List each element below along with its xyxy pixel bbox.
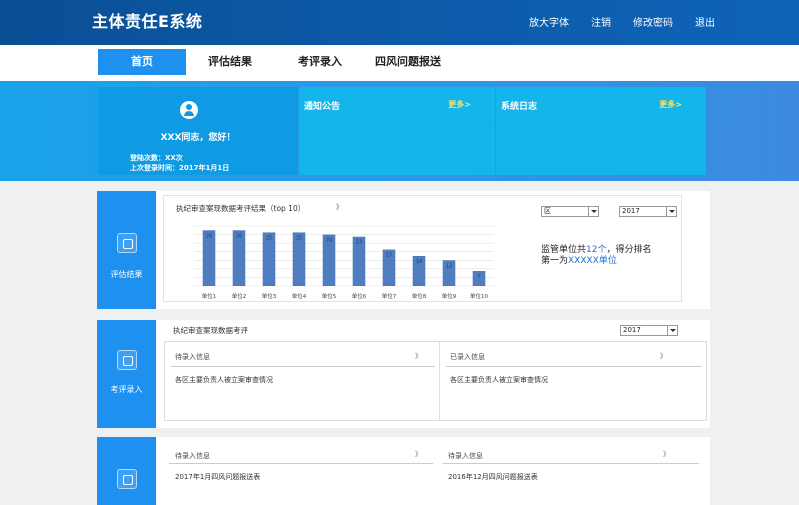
completed-input-title: 已录入信息 <box>450 353 485 361</box>
report-left-arrow-icon[interactable]: 》 <box>415 449 422 459</box>
x-tick-label: 单位4 <box>292 292 307 300</box>
bar-value-label: 26 <box>206 233 212 239</box>
summary-middle: ，得分排名 <box>606 245 652 255</box>
report-edit-icon <box>117 469 137 489</box>
district-select-value: 区 <box>544 207 551 215</box>
edit-icon <box>117 350 137 370</box>
input-year-select-value: 2017 <box>623 326 641 334</box>
report-left-item[interactable]: 2017年1月四风问题报送表 <box>175 472 260 482</box>
chevron-down-icon <box>588 207 598 216</box>
evaluation-icon <box>117 233 137 253</box>
tab-evaluation-results[interactable]: 评估结果 <box>188 49 272 75</box>
report-section: 待录入信息 》 2017年1月四风问题报送表 待录入信息 》 2016年12月四… <box>97 437 710 505</box>
top-unit-link[interactable]: XXXXX单位 <box>568 256 617 266</box>
completed-input-item[interactable]: 各区主要负责人被立案审查情况 <box>450 375 548 385</box>
notice-panel: 通知公告 更多> <box>299 87 495 175</box>
pending-input-item[interactable]: 各区主要负责人被立案审查情况 <box>175 375 273 385</box>
report-right-title: 待录入信息 <box>448 452 483 460</box>
bar-value-label: 7 <box>477 274 480 280</box>
user-avatar-icon <box>180 101 198 119</box>
report-left-title: 待录入信息 <box>175 452 210 460</box>
report-side-tile[interactable] <box>97 437 156 505</box>
year-select[interactable]: 2017 <box>619 206 677 217</box>
app-title: 主体责任E系统 <box>92 12 203 31</box>
unit-count: 12个 <box>586 245 607 255</box>
welcome-banner: XXX同志，您好！ 登陆次数：XX次 上次登录时间：2017年1月1日 通知公告… <box>0 81 799 181</box>
evaluation-side-label: 评估结果 <box>110 270 143 279</box>
chart-arrow-icon[interactable]: 》 <box>336 202 343 212</box>
report-right-item[interactable]: 2016年12月四风问题报送表 <box>448 472 538 482</box>
completed-input-arrow-icon[interactable]: 》 <box>660 351 667 361</box>
top-links: 放大字体 注销 修改密码 退出 <box>529 14 715 29</box>
x-tick-label: 单位10 <box>470 292 488 300</box>
tab-evaluation-input[interactable]: 考评录入 <box>278 49 362 75</box>
report-right-arrow-icon[interactable]: 》 <box>663 449 670 459</box>
exit-link[interactable]: 退出 <box>695 14 715 29</box>
bar-value-label: 25 <box>266 235 272 241</box>
evaluation-side-tile[interactable]: 评估结果 <box>97 191 156 309</box>
input-section-title: 执纪审查案现数据考评 <box>173 326 248 335</box>
bar-value-label: 25 <box>296 235 302 241</box>
summary-prefix: 监管单位共 <box>541 245 587 255</box>
x-tick-label: 单位5 <box>322 292 337 300</box>
bar-value-label: 12 <box>446 263 452 269</box>
input-side-tile[interactable]: 考评录入 <box>97 320 156 428</box>
pending-input-card: 待录入信息 》 各区主要负责人被立案审查情况 <box>164 341 440 421</box>
chevron-down-icon <box>667 326 677 335</box>
bar-value-label: 26 <box>236 233 242 239</box>
bar-value-label: 24 <box>326 238 332 244</box>
x-tick-label: 单位3 <box>262 292 277 300</box>
input-year-select[interactable]: 2017 <box>620 325 678 336</box>
tab-home[interactable]: 首页 <box>98 49 186 75</box>
notice-more-link[interactable]: 更多> <box>448 99 471 110</box>
bar-value-label: 17 <box>386 253 392 259</box>
ranking-summary: 监管单位共12个，得分排名 第一为XXXXX单位 <box>541 245 651 267</box>
user-greeting: XXX同志，您好！ <box>160 133 236 143</box>
app-header: 主体责任E系统 放大字体 注销 修改密码 退出 <box>0 0 799 45</box>
user-panel: XXX同志，您好！ 登陆次数：XX次 上次登录时间：2017年1月1日 <box>98 87 298 175</box>
enlarge-font-link[interactable]: 放大字体 <box>529 14 569 29</box>
year-select-value: 2017 <box>622 207 640 215</box>
system-log-panel: 系统日志 更多> <box>496 87 706 175</box>
summary-line2-prefix: 第一为 <box>541 256 569 266</box>
x-tick-label: 单位6 <box>352 292 367 300</box>
divider <box>446 366 702 367</box>
pending-input-title: 待录入信息 <box>175 353 210 361</box>
x-tick-label: 单位7 <box>382 292 397 300</box>
bar-chart: 26 单位1 26 单位2 25 单位3 25 单位4 24 单位5 23 单位6 17 单位7 14 单位8… <box>194 225 494 300</box>
tab-four-styles-report[interactable]: 四风问题报送 <box>364 49 452 75</box>
x-tick-label: 单位1 <box>202 292 217 300</box>
main-nav: 首页 评估结果 考评录入 四风问题报送 <box>0 45 799 81</box>
divider <box>169 463 433 464</box>
input-side-label: 考评录入 <box>110 385 143 394</box>
system-log-title: 系统日志 <box>501 102 538 112</box>
system-log-more-link[interactable]: 更多> <box>659 99 682 110</box>
completed-input-card: 已录入信息 》 各区主要负责人被立案审查情况 <box>439 341 707 421</box>
x-tick-label: 单位8 <box>412 292 427 300</box>
notice-title: 通知公告 <box>304 102 341 112</box>
logout-link[interactable]: 注销 <box>591 14 611 29</box>
change-password-link[interactable]: 修改密码 <box>633 14 673 29</box>
bar-value-label: 14 <box>416 259 422 265</box>
chevron-down-icon <box>666 207 676 216</box>
bar-value-label: 23 <box>356 240 362 246</box>
district-select[interactable]: 区 <box>541 206 599 217</box>
login-count: 登陆次数：XX次 <box>130 154 183 162</box>
x-tick-label: 单位9 <box>442 292 457 300</box>
last-login-time: 上次登录时间：2017年1月1日 <box>130 164 230 172</box>
divider <box>171 366 435 367</box>
x-tick-label: 单位2 <box>232 292 247 300</box>
input-section: 考评录入 执纪审查案现数据考评 2017 待录入信息 》 各区主要负责人被立案审… <box>97 320 710 428</box>
evaluation-chart-box: 执纪审查案现数据考评结果（top 10） 》 26 单位1 26 单位2 25 单位3 25… <box>163 195 682 302</box>
divider <box>443 463 699 464</box>
pending-input-arrow-icon[interactable]: 》 <box>415 351 422 361</box>
